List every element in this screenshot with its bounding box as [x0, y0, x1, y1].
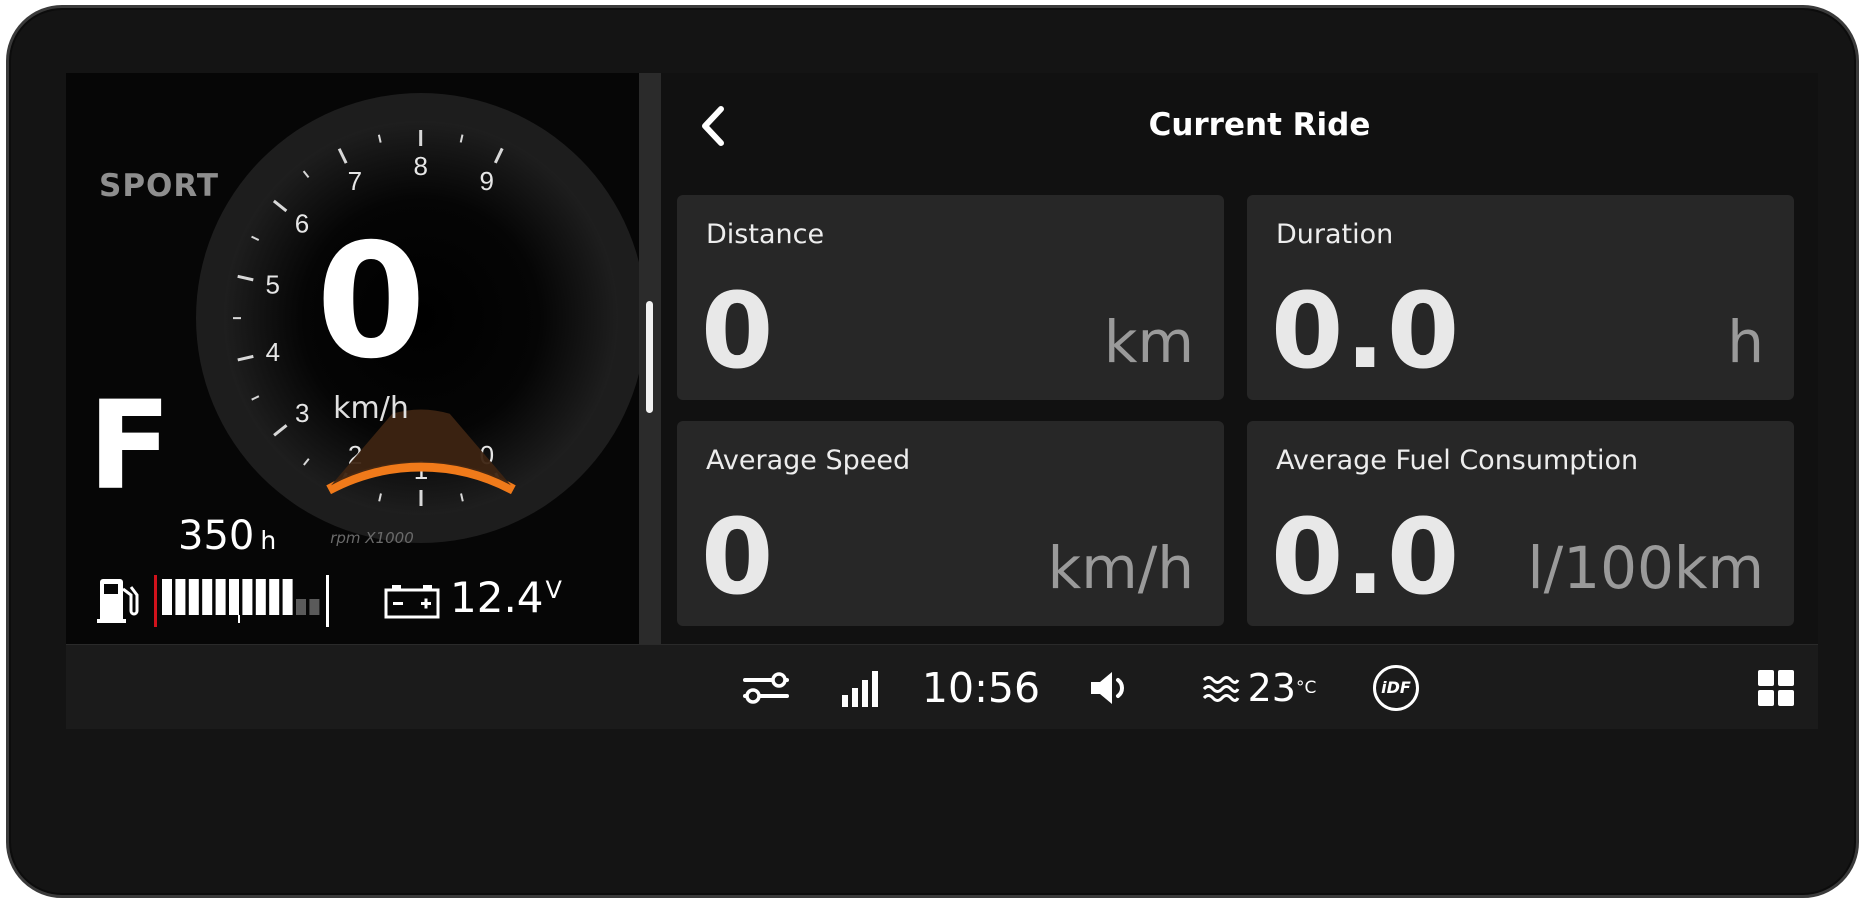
fuel-full-marker	[326, 575, 329, 627]
gauge-tick-label: 7	[348, 166, 362, 196]
gear-indicator: F	[88, 375, 172, 517]
average-speed-card[interactable]: Average Speed 0 km/h	[677, 421, 1224, 626]
water-temp-unit: °C	[1295, 677, 1317, 698]
gauge-tick-label: 5	[266, 269, 280, 299]
card-label: Average Speed	[706, 445, 911, 476]
fuel-segment-filled	[188, 579, 199, 615]
card-value: 0.0	[1271, 270, 1462, 392]
ride-mode-label: SPORT	[99, 168, 220, 204]
fuel-empty-marker	[154, 575, 157, 627]
volume-button[interactable]	[1081, 645, 1141, 729]
fuel-half-marker	[238, 615, 240, 623]
idf-badge: iDF	[1373, 664, 1419, 711]
signal-indicator	[836, 645, 886, 729]
duration-card[interactable]: Duration 0.0 h	[1247, 195, 1794, 400]
idf-button[interactable]: iDF	[1366, 645, 1426, 729]
rpm-unit-label: rpm X1000	[330, 529, 414, 547]
fuel-segment-filled	[202, 579, 213, 615]
gauge-tick-label: 9	[479, 166, 493, 196]
toggles-button[interactable]	[736, 645, 796, 729]
engine-hours-value: 350	[178, 513, 255, 559]
scroll-thumb[interactable]	[646, 301, 653, 413]
signal-bars-icon	[842, 670, 878, 707]
instrument-cluster: 0123456789 SPORT F 0 km/h rpm X1000 350 h	[66, 73, 646, 644]
card-value: 0.0	[1271, 496, 1462, 618]
status-bar: 10:56 23 °C iDF	[66, 644, 1818, 729]
speaker-icon	[1091, 671, 1124, 704]
fuel-segment-filled	[215, 579, 226, 615]
speed-unit: km/h	[333, 391, 409, 426]
battery-voltage-unit: V	[545, 576, 562, 604]
engine-hours-unit: h	[260, 526, 277, 555]
battery-icon	[384, 585, 440, 619]
card-label: Average Fuel Consumption	[1276, 445, 1639, 476]
battery-voltage: 12.4V	[450, 573, 562, 622]
current-ride-panel: Current Ride Distance 0 km Duration 0.0 …	[661, 73, 1818, 644]
water-waves-icon	[1202, 675, 1239, 702]
distance-card[interactable]: Distance 0 km	[677, 195, 1224, 400]
card-value: 0	[701, 496, 776, 618]
water-temp-value: 23	[1247, 665, 1296, 710]
speed-value: 0	[316, 210, 426, 394]
toggles-icon	[743, 671, 789, 704]
card-unit: h	[1727, 308, 1764, 376]
card-unit: km	[1103, 308, 1194, 376]
card-unit: km/h	[1047, 534, 1194, 602]
average-fuel-consumption-card[interactable]: Average Fuel Consumption 0.0 l/100km	[1247, 421, 1794, 626]
fuel-segment-filled	[242, 579, 253, 615]
page-title: Current Ride	[1148, 107, 1371, 143]
water-temperature: 23 °C	[1189, 645, 1329, 729]
card-unit: l/100km	[1527, 534, 1764, 602]
gauge-tick-label: 4	[266, 337, 280, 367]
apps-menu-button[interactable]	[1751, 645, 1801, 729]
engine-hours: 350 h	[178, 513, 276, 559]
fuel-segment-filled	[269, 579, 280, 615]
fuel-segment-empty	[296, 599, 306, 615]
dashboard-device: 0123456789 SPORT F 0 km/h rpm X1000 350 h	[6, 5, 1859, 898]
fuel-segment-filled	[255, 579, 266, 615]
card-label: Duration	[1276, 219, 1394, 250]
card-label: Distance	[706, 219, 825, 250]
panel-divider	[639, 73, 661, 644]
fuel-segment-filled	[282, 579, 293, 615]
fuel-segment-filled	[229, 579, 239, 615]
fuel-level-bar	[154, 575, 329, 627]
battery-voltage-value: 12.4	[450, 573, 544, 622]
card-value: 0	[701, 270, 776, 392]
fuel-segment-filled	[175, 579, 186, 615]
gauge-tick-label: 8	[414, 151, 428, 181]
fuel-segment-empty	[309, 599, 320, 615]
display-screen: 0123456789 SPORT F 0 km/h rpm X1000 350 h	[66, 73, 1818, 729]
fuel-segment-filled	[162, 579, 172, 615]
fuel-pump-icon	[97, 579, 139, 623]
clock: 10:56	[921, 663, 1041, 712]
grid-icon	[1758, 669, 1794, 706]
